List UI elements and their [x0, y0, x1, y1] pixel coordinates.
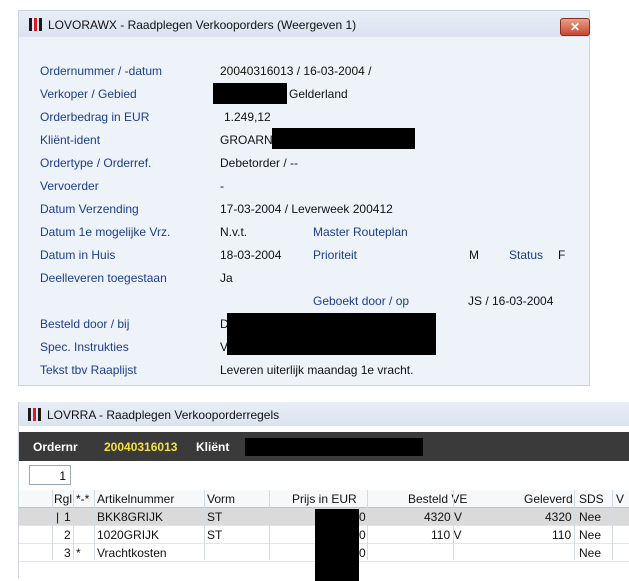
redacted-block [213, 83, 287, 104]
column-divider [269, 490, 270, 560]
close-button[interactable]: ✕ [560, 18, 590, 36]
cell-rgl: 2 [64, 528, 71, 542]
ordernummer-label: Ordernummer / -datum [40, 64, 163, 78]
window-title: LOVRRA - Raadplegen Verkooporderregels [47, 408, 280, 422]
redacted-block [272, 128, 415, 149]
order-details-window: LOVORAWX - Raadplegen Verkooporders (Wee… [18, 10, 590, 386]
orderbedrag-label: Orderbedrag in EUR [40, 110, 150, 124]
col-header-artikel[interactable]: Artikelnummer [97, 492, 174, 506]
cell-sds: Nee [579, 510, 602, 524]
col-header-geleverd[interactable]: Geleverd [524, 492, 573, 506]
column-divider [367, 490, 368, 560]
tekst-value: Leveren uiterlijk maandag 1e vracht. [220, 363, 414, 377]
besteld-label: Besteld door / bij [40, 317, 130, 331]
geboekt-label: Geboekt door / op [313, 294, 410, 308]
window-titlebar[interactable]: LOVORAWX - Raadplegen Verkooporders (Wee… [19, 11, 590, 37]
cell-rgl: 3 [64, 546, 71, 560]
col-header-v[interactable]: V [616, 492, 624, 506]
cell-besteld: 4320 V [424, 510, 463, 524]
col-header-besteld[interactable]: Besteld VE [408, 492, 467, 506]
ordertype-label: Ordertype / Orderref. [40, 156, 152, 170]
status-value: F [558, 248, 566, 262]
klient-label: Kliënt [196, 440, 230, 454]
column-divider [574, 490, 575, 560]
table-header: Rgl *-* Artikelnummer Vorm Prijs in EUR … [19, 490, 629, 508]
cell-artikel: 1020GRIJK [97, 528, 160, 542]
datum1e-value: N.v.t. [220, 225, 248, 239]
row-marker: | [56, 510, 60, 524]
order-lines-window: LOVRRA - Raadplegen Verkooporderregels O… [18, 402, 629, 581]
cell-prijs: 0 [359, 510, 366, 524]
column-divider [204, 490, 205, 560]
app-icon [28, 408, 41, 421]
ordernr-label: Ordernr [33, 440, 78, 454]
cell-geleverd: 110 [552, 528, 572, 542]
redacted-block [315, 509, 359, 581]
col-header-vorm[interactable]: Vorm [207, 492, 235, 506]
vervoerder-value: - [220, 179, 224, 193]
redacted-block [227, 313, 436, 355]
column-divider [94, 490, 95, 560]
cell-vorm: ST [207, 528, 223, 542]
page-number-field[interactable]: 1 [29, 465, 71, 485]
cell-artikel: BKK8GRIJK [97, 510, 164, 524]
app-icon [29, 18, 42, 31]
tekst-label: Tekst tbv Raaplijst [40, 363, 137, 377]
inhuis-label: Datum in Huis [40, 248, 116, 262]
cell-rgl: 1 [64, 510, 71, 524]
verkoper-value: Gelderland [289, 87, 348, 101]
prioriteit-label: Prioriteit [313, 248, 358, 262]
vervoerder-label: Vervoerder [40, 179, 99, 193]
orderbedrag-value: 1.249,12 [224, 110, 271, 124]
spec-label: Spec. Instrukties [40, 340, 129, 354]
column-divider [453, 490, 454, 560]
klient-label: Kliënt-ident [40, 133, 101, 147]
column-divider [73, 490, 74, 560]
window-titlebar[interactable]: LOVRRA - Raadplegen Verkooporderregels [19, 402, 629, 426]
ordertype-value: Debetorder / -- [220, 156, 299, 170]
cell-sds: Nee [579, 528, 602, 542]
verkoper-label: Verkoper / Gebied [40, 87, 137, 101]
col-header-prijs[interactable]: Prijs in EUR [292, 492, 357, 506]
col-header-star[interactable]: *-* [76, 492, 89, 506]
col-header-rgl[interactable]: Rgl [54, 492, 72, 506]
cell-sds: Nee [579, 546, 602, 560]
redacted-block [245, 438, 423, 456]
cell-artikel: Vrachtkosten [97, 546, 167, 560]
ordernummer-value: 20040316013 / 16-03-2004 / [220, 64, 372, 78]
geboekt-value: JS / 16-03-2004 [468, 294, 554, 308]
routeplan-label: Master Routeplan [313, 225, 408, 239]
datum1e-label: Datum 1e mogelijke Vrz. [40, 225, 171, 239]
status-label: Status [509, 248, 544, 262]
verzending-value: 17-03-2004 / Leverweek 200412 [220, 202, 393, 216]
verzending-label: Datum Verzending [40, 202, 139, 216]
cell-prijs: 0 [359, 528, 366, 542]
ordernr-value: 20040316013 [104, 440, 178, 454]
deelleveren-label: Deelleveren toegestaan [40, 271, 167, 285]
order-header-bar: Ordernr 20040316013 Kliënt [19, 432, 629, 461]
cell-prijs: 0 [359, 546, 366, 560]
cell-geleverd: 4320 [545, 510, 572, 524]
deelleveren-value: Ja [220, 271, 233, 285]
klient-value: GROARN [220, 133, 273, 147]
col-header-sds[interactable]: SDS [579, 492, 604, 506]
cell-besteld: 110 V [431, 528, 462, 542]
prioriteit-value: M [469, 248, 479, 262]
column-divider [612, 490, 613, 560]
cell-star: * [76, 546, 81, 560]
column-divider [52, 490, 53, 560]
cell-vorm: ST [207, 510, 223, 524]
inhuis-value: 18-03-2004 [220, 248, 282, 262]
window-title: LOVORAWX - Raadplegen Verkooporders (Wee… [48, 18, 357, 32]
